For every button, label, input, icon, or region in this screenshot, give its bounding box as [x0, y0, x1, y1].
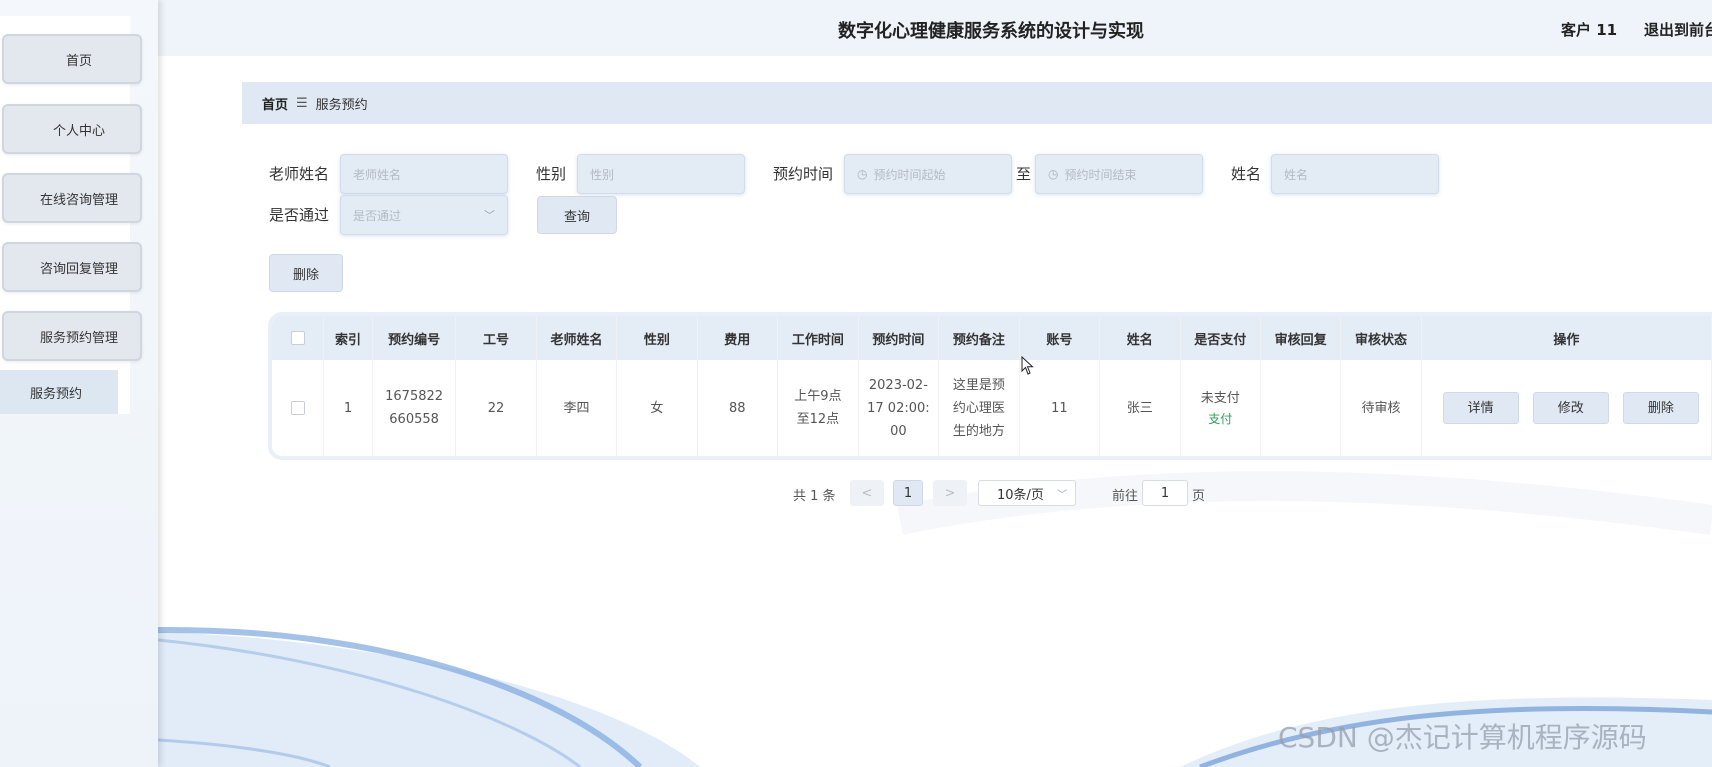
paid-status: 未支付: [1200, 391, 1240, 406]
mouse-cursor-icon: [1021, 356, 1034, 375]
col-header: 性别: [616, 316, 698, 360]
col-header: 姓名: [1099, 316, 1181, 360]
teacher-name-placeholder: 老师姓名: [353, 167, 402, 182]
approved-placeholder: 是否通过: [353, 208, 402, 223]
booking-time-label: 预约时间: [773, 165, 834, 183]
col-header: 工作时间: [777, 316, 859, 360]
booking-time-end-input[interactable]: ◷ 预约时间结束: [1035, 154, 1203, 194]
page-1-button[interactable]: 1: [893, 480, 923, 506]
teacher-name-input[interactable]: 老师姓名: [340, 154, 508, 194]
gender-label: 性别: [536, 165, 567, 183]
cell-fee: 88: [697, 360, 779, 456]
cell-note: 这里是预约心理医生的地方: [938, 360, 1020, 456]
goto-page-input[interactable]: 1: [1142, 480, 1188, 506]
select-all-checkbox[interactable]: [272, 316, 325, 360]
edit-button[interactable]: 修改: [1532, 392, 1609, 424]
approved-select[interactable]: 是否通过 ﹀: [340, 195, 508, 235]
cell-teacher: 李四: [536, 360, 618, 456]
booking-table: 索引 预约编号 工号 老师姓名 性别 费用 工作时间 预约时间 预约备注 账号 …: [268, 312, 1712, 460]
logout-link[interactable]: 退出到前台: [1644, 19, 1712, 40]
breadcrumb: 首页 ☰ 服务预约: [242, 82, 1712, 124]
booking-time-end-placeholder: 预约时间结束: [1064, 167, 1137, 182]
approved-label: 是否通过: [269, 206, 330, 224]
sidebar-item-service-booking[interactable]: 服务预约管理: [2, 311, 142, 361]
col-header: 费用: [697, 316, 779, 360]
col-header: 是否支付: [1180, 316, 1261, 360]
col-header: 预约时间: [858, 316, 940, 360]
table-header-row: 索引 预约编号 工号 老师姓名 性别 费用 工作时间 预约时间 预约备注 账号 …: [272, 316, 1712, 360]
col-header: 索引: [323, 316, 373, 360]
sidebar-item-home[interactable]: 首页: [2, 34, 142, 84]
cell-booking-no: 1675822660558: [372, 360, 457, 456]
range-to-label: 至: [1016, 165, 1032, 183]
breadcrumb-current: 服务预约: [315, 97, 368, 113]
teacher-name-label: 老师姓名: [269, 165, 330, 183]
pay-link[interactable]: 支付: [1185, 410, 1256, 428]
clock-icon: ◷: [857, 167, 868, 181]
row-checkbox[interactable]: [272, 360, 325, 456]
col-header: 老师姓名: [536, 316, 618, 360]
col-header: 工号: [455, 316, 537, 360]
next-page-button[interactable]: >: [933, 480, 967, 506]
col-header: 账号: [1019, 316, 1101, 360]
col-header: 审核回复: [1260, 316, 1342, 360]
name-label: 姓名: [1231, 165, 1262, 183]
csdn-watermark: CSDN @杰记计算机程序源码: [1278, 721, 1647, 754]
col-header: 预约编号: [372, 316, 457, 360]
booking-time-start-placeholder: 预约时间起始: [873, 167, 946, 182]
chevron-down-icon: ﹀: [1057, 490, 1067, 501]
cell-index: 1: [323, 360, 373, 456]
page-size-value: 10条/页: [997, 487, 1044, 503]
current-user: 客户 11: [1561, 21, 1618, 39]
gender-placeholder: 性别: [590, 167, 615, 182]
cell-name: 张三: [1099, 360, 1181, 456]
top-header: 数字化心理健康服务系统的设计与实现 客户 11 退出到前台: [158, 0, 1712, 56]
name-input[interactable]: 姓名: [1271, 154, 1439, 194]
col-header: 审核状态: [1340, 316, 1422, 360]
clock-icon: ◷: [1048, 167, 1059, 181]
cell-booking-time: 2023-02-17 02:00:00: [858, 360, 940, 456]
cell-operations: 详情 修改 删除: [1421, 360, 1712, 456]
gender-input[interactable]: 性别: [577, 154, 745, 194]
cell-staff-no: 22: [455, 360, 537, 456]
col-header: 预约备注: [938, 316, 1020, 360]
sidebar-item-consult-reply[interactable]: 咨询回复管理: [2, 242, 142, 292]
page-size-select[interactable]: 10条/页 ﹀: [978, 480, 1076, 506]
goto-label: 前往: [1112, 489, 1139, 504]
cell-work-time: 上午9点至12点: [777, 360, 859, 456]
breadcrumb-home[interactable]: 首页: [262, 94, 288, 113]
sidebar-item-online-consult[interactable]: 在线咨询管理: [2, 173, 142, 223]
sidebar-subitem-service-booking[interactable]: 服务预约: [0, 370, 118, 414]
table-row: 1 1675822660558 22 李四 女 88 上午9点至12点 2023…: [272, 360, 1712, 456]
cell-review-status: 待审核: [1340, 360, 1422, 456]
page-suffix-label: 页: [1192, 489, 1206, 504]
prev-page-button[interactable]: <: [850, 480, 884, 506]
cell-review-reply: [1260, 360, 1342, 456]
chevron-down-icon: ﹀: [484, 209, 495, 222]
pagination-total: 共 1 条: [793, 489, 836, 504]
row-delete-button[interactable]: 删除: [1622, 392, 1699, 424]
batch-delete-button[interactable]: 删除: [269, 254, 343, 292]
name-placeholder: 姓名: [1284, 167, 1309, 182]
col-header: 操作: [1421, 316, 1712, 360]
cell-paid: 未支付 支付: [1180, 360, 1261, 456]
sidebar: 首页 个人中心 在线咨询管理 咨询回复管理 服务预约管理 服务预约: [0, 0, 158, 767]
query-button[interactable]: 查询: [537, 196, 617, 234]
site-title: 数字化心理健康服务系统的设计与实现: [838, 21, 1144, 42]
menu-separator-icon: ☰: [296, 95, 308, 111]
detail-button[interactable]: 详情: [1442, 392, 1519, 424]
booking-time-start-input[interactable]: ◷ 预约时间起始: [844, 154, 1012, 194]
sidebar-item-personal-center[interactable]: 个人中心: [2, 104, 142, 154]
cell-gender: 女: [616, 360, 698, 456]
